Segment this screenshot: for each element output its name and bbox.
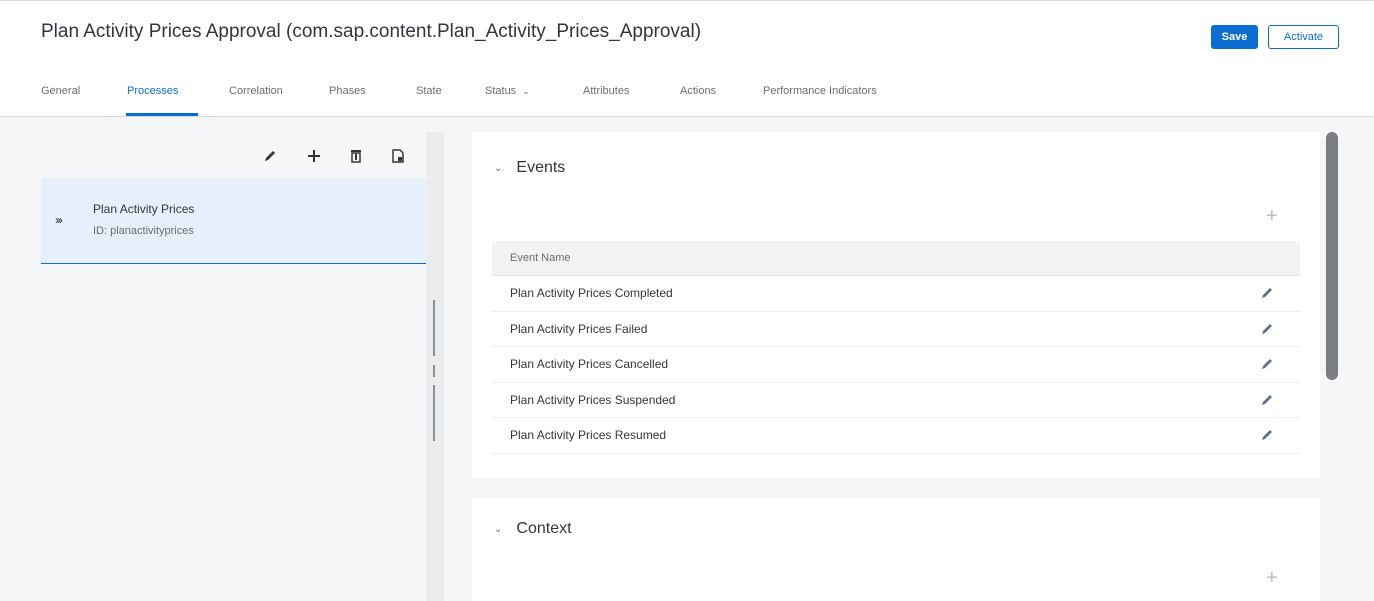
- edit-pencil-icon[interactable]: [1260, 286, 1274, 300]
- tab-phases[interactable]: Phases: [329, 85, 366, 97]
- tab-attributes[interactable]: Attributes: [583, 85, 629, 97]
- edit-pencil-icon[interactable]: [1260, 393, 1274, 407]
- splitter-grip[interactable]: [433, 365, 435, 377]
- table-row[interactable]: Plan Activity Prices Failed: [492, 312, 1300, 347]
- page-header: Plan Activity Prices Approval (com.sap.c…: [0, 1, 1374, 117]
- context-section: ⌄ Context +: [472, 498, 1320, 601]
- add-event-button[interactable]: +: [1266, 206, 1278, 226]
- activate-button[interactable]: Activate: [1268, 25, 1339, 49]
- tab-processes[interactable]: Processes: [127, 85, 178, 97]
- events-section-title: Events: [516, 159, 566, 176]
- event-name: Plan Activity Prices Resumed: [510, 428, 667, 443]
- context-section-header[interactable]: ⌄ Context: [494, 520, 572, 538]
- events-section: ⌄ Events + Event Name Plan Activity Pric…: [472, 132, 1320, 478]
- tab-correlation[interactable]: Correlation: [229, 85, 283, 97]
- splitter-handle[interactable]: [433, 300, 435, 356]
- copy-icon[interactable]: [388, 146, 408, 166]
- list-item-id: ID: planactivityprices: [93, 225, 194, 237]
- event-name: Plan Activity Prices Failed: [510, 321, 648, 336]
- table-row[interactable]: Plan Activity Prices Resumed: [492, 418, 1300, 454]
- tab-state[interactable]: State: [416, 85, 442, 97]
- event-name: Plan Activity Prices Cancelled: [510, 357, 669, 372]
- panel-divider: [426, 132, 444, 601]
- page-title: Plan Activity Prices Approval (com.sap.c…: [41, 21, 702, 42]
- save-button[interactable]: Save: [1211, 25, 1258, 49]
- table-header: Event Name: [492, 241, 1300, 276]
- list-item-plan-activity-prices[interactable]: ››› Plan Activity Prices ID: planactivit…: [41, 178, 426, 264]
- table-row[interactable]: Plan Activity Prices Suspended: [492, 383, 1300, 418]
- add-context-button[interactable]: +: [1266, 568, 1278, 588]
- edit-icon[interactable]: [260, 146, 280, 166]
- chevron-down-icon: ⌄: [522, 86, 530, 96]
- tab-performance-indicators[interactable]: Performance Indicators: [763, 85, 877, 97]
- active-tab-indicator: [126, 113, 198, 116]
- table-row[interactable]: Plan Activity Prices Cancelled: [492, 347, 1300, 383]
- tab-status-label: Status: [485, 85, 517, 97]
- event-name: Plan Activity Prices Suspended: [510, 392, 676, 407]
- tab-status[interactable]: Status ⌄: [485, 85, 530, 97]
- splitter-handle-lower[interactable]: [433, 385, 435, 441]
- events-section-header[interactable]: ⌄ Events: [494, 159, 565, 177]
- events-table: Event Name Plan Activity Prices Complete…: [492, 241, 1300, 454]
- column-header-event-name: Event Name: [510, 252, 571, 264]
- delete-icon[interactable]: [346, 146, 366, 166]
- edit-pencil-icon[interactable]: [1260, 357, 1274, 371]
- chevron-down-icon: ⌄: [494, 162, 503, 174]
- navigation-arrows-icon: ›››: [55, 213, 63, 227]
- add-icon[interactable]: [304, 146, 324, 166]
- tab-bar: General Processes Correlation Phases Sta…: [0, 73, 1374, 117]
- list-item-title: Plan Activity Prices: [93, 202, 195, 216]
- scrollbar-thumb[interactable]: [1326, 132, 1338, 380]
- tab-general[interactable]: General: [41, 85, 80, 97]
- tab-actions[interactable]: Actions: [680, 85, 716, 97]
- edit-pencil-icon[interactable]: [1260, 428, 1274, 442]
- edit-pencil-icon[interactable]: [1260, 322, 1274, 336]
- table-row[interactable]: Plan Activity Prices Completed: [492, 276, 1300, 312]
- chevron-down-icon: ⌄: [494, 523, 503, 535]
- event-name: Plan Activity Prices Completed: [510, 286, 673, 301]
- context-section-title: Context: [516, 520, 572, 537]
